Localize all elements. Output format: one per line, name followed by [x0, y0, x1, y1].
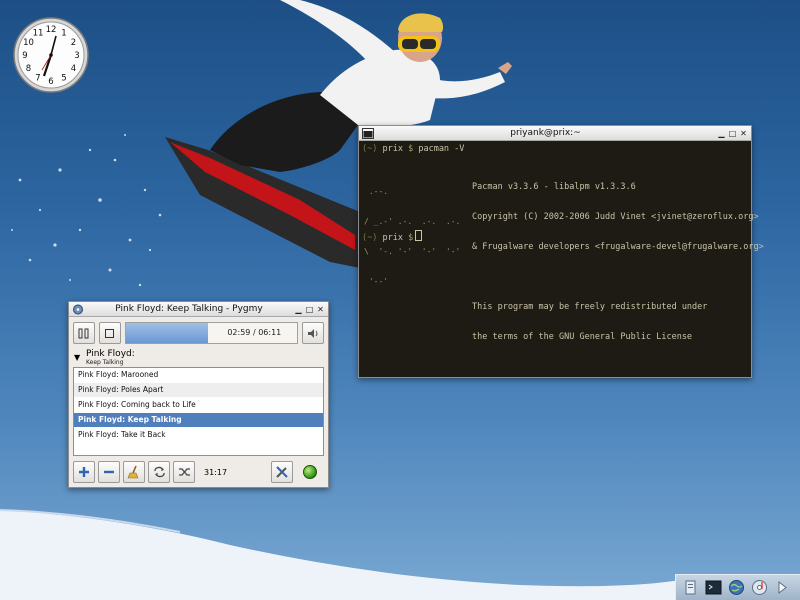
playlist-item[interactable]: Pink Floyd: Coming back to Life — [74, 398, 323, 413]
logo-line: \ '-. '-' '-' '-' — [364, 247, 461, 256]
clock-number: 7 — [35, 74, 40, 84]
time-separator: / — [252, 328, 256, 337]
minimize-icon[interactable]: ▁ — [294, 305, 303, 314]
minimize-icon[interactable]: ▁ — [717, 129, 726, 138]
prompt-symbol: $ — [408, 144, 414, 154]
repeat-button[interactable] — [148, 461, 170, 483]
pause-button[interactable] — [73, 322, 95, 344]
artist-name: Pink Floyd: — [86, 349, 135, 359]
remove-icon — [104, 470, 114, 474]
now-playing-header[interactable]: ▼ Pink Floyd: Keep Talking — [69, 349, 328, 367]
terminal-window-icon[interactable] — [362, 127, 374, 139]
preferences-button[interactable] — [271, 461, 293, 483]
clock-number: 10 — [23, 38, 34, 48]
volume-button[interactable] — [302, 322, 325, 344]
logo-line: '--' — [364, 277, 389, 286]
text-cursor — [415, 230, 423, 241]
clock-number: 4 — [71, 64, 76, 74]
player-app-icon[interactable] — [72, 304, 84, 315]
prompt-symbol: $ — [408, 233, 414, 243]
close-icon[interactable]: ✕ — [316, 305, 325, 314]
stop-button[interactable] — [98, 322, 121, 344]
clock-number: 2 — [71, 38, 76, 48]
taskbar-panel — [675, 574, 800, 600]
terminal-icon[interactable] — [705, 579, 722, 596]
clock-number: 8 — [26, 64, 31, 74]
playlist[interactable]: Pink Floyd: Marooned Pink Floyd: Poles A… — [73, 367, 324, 456]
clock-number: 3 — [74, 51, 79, 61]
elapsed-total-time: 02:59 / 06:11 — [227, 328, 281, 337]
output-line: Pacman v3.3.6 - libalpm v1.3.3.6 — [472, 182, 636, 192]
add-icon — [79, 467, 89, 477]
playlist-item[interactable]: Pink Floyd: Poles Apart — [74, 383, 323, 398]
pause-icon — [78, 328, 89, 338]
clock-number: 5 — [61, 74, 66, 84]
close-icon[interactable]: ✕ — [739, 129, 748, 138]
pacman-version-output: Pacman v3.3.6 - libalpm v1.3.3.6 Copyrig… — [472, 162, 764, 362]
repeat-icon — [153, 466, 165, 478]
terminal-titlebar[interactable]: priyank@prix:~ ▁ □ ✕ — [359, 126, 751, 141]
remove-button[interactable] — [98, 461, 120, 483]
player-title: Pink Floyd: Keep Talking - Pygmy — [115, 304, 263, 314]
playlist-duration: 31:17 — [204, 467, 228, 477]
total-time: 06:11 — [258, 328, 282, 337]
prompt-host: prix — [382, 144, 403, 154]
terminal-prompt-line: (~) prix $ pacman -V — [362, 144, 751, 154]
maximize-icon[interactable]: □ — [728, 129, 737, 138]
stop-icon — [105, 328, 115, 338]
media-cd-icon[interactable] — [751, 579, 768, 596]
terminal-command: pacman -V — [418, 144, 465, 154]
output-line: Copyright (C) 2002-2006 Judd Vinet <jvin… — [472, 212, 759, 222]
add-button[interactable] — [73, 461, 95, 483]
analog-clock-widget: 12 12 3 45678 9 1011 — [13, 17, 89, 93]
prompt-dir: (~) — [362, 144, 378, 154]
elapsed-time: 02:59 — [227, 328, 251, 337]
progress-fill — [125, 323, 208, 343]
output-line: & Frugalware developers <frugalware-deve… — [472, 242, 764, 252]
playlist-toolbar: 31:17 — [69, 456, 328, 488]
output-line: the terms of the GNU General Public Lice… — [472, 332, 693, 342]
player-titlebar[interactable]: Pink Floyd: Keep Talking - Pygmy ▁ □ ✕ — [69, 302, 328, 317]
settings-tools-icon — [276, 466, 288, 478]
clear-broom-icon — [127, 465, 139, 479]
shuffle-button[interactable] — [173, 461, 195, 483]
clock-number: 1 — [61, 29, 66, 39]
logo-line: / _.-' .-. .-. .-. — [364, 217, 461, 226]
logo-line: .--. — [364, 187, 389, 196]
terminal-output-area[interactable]: (~) prix $ pacman -V .--. / _.-' .-. .-.… — [359, 141, 764, 377]
browser-globe-icon[interactable] — [728, 579, 745, 596]
clock-number: 12 — [46, 25, 57, 35]
output-line: This program may be freely redistributed… — [472, 302, 708, 312]
terminal-title: priyank@prix:~ — [510, 128, 581, 138]
desktop: 12 1 2 3 4 5 6 7 8 9 10 11 priyank@prix:~ ▁ □ ✕ (~)… — [0, 0, 800, 600]
playback-toolbar: 02:59 / 06:11 — [69, 317, 328, 349]
playlist-item[interactable]: Pink Floyd: Marooned — [74, 368, 323, 383]
terminal-window[interactable]: priyank@prix:~ ▁ □ ✕ (~) prix $ pacman -… — [358, 125, 764, 378]
clear-playlist-button[interactable] — [123, 461, 145, 483]
status-green-icon[interactable] — [303, 465, 317, 479]
shuffle-icon — [178, 468, 190, 476]
terminal-prompt-line: (~) prix $ — [362, 230, 423, 243]
prompt-dir: (~) — [362, 233, 378, 243]
playlist-item[interactable]: Pink Floyd: Take it Back — [74, 428, 323, 443]
playlist-item-selected[interactable]: Pink Floyd: Keep Talking — [74, 413, 323, 428]
speaker-icon — [308, 328, 318, 338]
collapse-arrow-icon[interactable]: ▼ — [74, 353, 80, 362]
clock-number: 9 — [22, 51, 27, 61]
arrow-right-icon[interactable] — [774, 579, 791, 596]
maximize-icon[interactable]: □ — [305, 305, 314, 314]
seek-progress-bar[interactable]: 02:59 / 06:11 — [124, 322, 299, 344]
file-manager-icon[interactable] — [682, 579, 699, 596]
prompt-host: prix — [382, 233, 403, 243]
clock-number: 11 — [33, 29, 44, 39]
clock-number: 6 — [48, 77, 53, 87]
pygmy-player-window[interactable]: Pink Floyd: Keep Talking - Pygmy ▁ □ ✕ 0… — [68, 301, 329, 488]
current-track-name: Keep Talking — [86, 359, 124, 366]
